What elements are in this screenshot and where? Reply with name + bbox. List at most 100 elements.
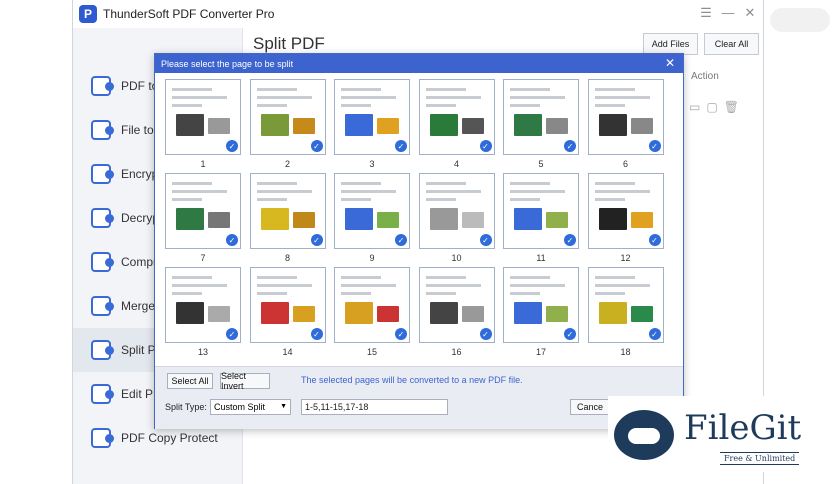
checkmark-icon[interactable]: ✓ bbox=[648, 140, 661, 152]
thumbnail-graphic bbox=[292, 118, 315, 134]
checkmark-icon[interactable]: ✓ bbox=[226, 234, 238, 246]
page-thumbnail-item[interactable]: ✓ 17 bbox=[503, 267, 579, 361]
checkmark-icon[interactable]: ✓ bbox=[479, 234, 492, 246]
watermark-tagline: Free & Unlimited bbox=[720, 452, 800, 465]
page-number: 8 bbox=[284, 253, 290, 263]
folder-icon[interactable]: ▢ bbox=[706, 100, 717, 114]
page-thumbnail-item[interactable]: ✓ 13 bbox=[165, 267, 241, 361]
thumbnail-text-line bbox=[341, 198, 371, 201]
page-thumbnail[interactable]: ✓ bbox=[503, 79, 579, 155]
checkmark-icon[interactable]: ✓ bbox=[310, 328, 323, 340]
page-thumbnail-item[interactable]: ✓ 4 bbox=[418, 79, 495, 173]
thumbnail-text-line bbox=[425, 182, 466, 185]
page-thumbnail-item[interactable]: ✓ 9 bbox=[334, 173, 410, 267]
info-text: The selected pages will be converted to … bbox=[301, 375, 523, 385]
page-thumbnail-item[interactable]: ✓ 12 bbox=[587, 173, 664, 267]
page-thumbnail-item[interactable]: ✓ 8 bbox=[249, 173, 326, 267]
page-thumbnail-item[interactable]: ✓ 15 bbox=[334, 267, 410, 361]
thumbnail-text-line bbox=[594, 276, 635, 279]
page-thumbnail-item[interactable]: ✓ 7 bbox=[165, 173, 241, 267]
page-thumbnail[interactable]: ✓ bbox=[418, 79, 495, 155]
split-type-select[interactable]: Custom Split ▼ bbox=[210, 399, 291, 415]
page-thumbnail[interactable]: ✓ bbox=[587, 267, 664, 343]
checkmark-icon[interactable]: ✓ bbox=[395, 328, 407, 340]
window-controls: ☰ — ✕ bbox=[699, 5, 757, 21]
checkmark-icon[interactable]: ✓ bbox=[479, 140, 492, 152]
page-thumbnail-item[interactable]: ✓ 18 bbox=[587, 267, 664, 361]
page-thumbnail[interactable]: ✓ bbox=[165, 79, 241, 155]
checkmark-icon[interactable]: ✓ bbox=[564, 140, 576, 152]
sidebar-item-label: PDF Copy Protect bbox=[121, 431, 218, 445]
page-number: 15 bbox=[366, 347, 377, 357]
thumbnail-text-line bbox=[341, 276, 381, 279]
checkmark-icon[interactable]: ✓ bbox=[310, 140, 323, 152]
page-thumbnail-item[interactable]: ✓ 3 bbox=[334, 79, 410, 173]
thumbnail-graphic bbox=[292, 306, 315, 322]
dialog-close-icon[interactable]: ✕ bbox=[665, 56, 675, 70]
close-icon[interactable]: ✕ bbox=[743, 5, 757, 21]
page-thumbnail[interactable]: ✓ bbox=[587, 79, 664, 155]
page-thumbnail[interactable]: ✓ bbox=[165, 173, 241, 249]
open-icon[interactable]: ▭ bbox=[689, 100, 700, 114]
menu-icon[interactable]: ☰ bbox=[699, 5, 713, 21]
page-thumbnail[interactable]: ✓ bbox=[418, 173, 495, 249]
checkmark-icon[interactable]: ✓ bbox=[226, 328, 238, 340]
checkmark-icon[interactable]: ✓ bbox=[479, 328, 492, 340]
page-thumbnail[interactable]: ✓ bbox=[334, 267, 410, 343]
page-thumbnail[interactable]: ✓ bbox=[587, 173, 664, 249]
page-thumbnail[interactable]: ✓ bbox=[503, 173, 579, 249]
checkmark-icon[interactable]: ✓ bbox=[648, 234, 661, 246]
checkmark-icon[interactable]: ✓ bbox=[395, 234, 407, 246]
page-thumbnail-item[interactable]: ✓ 14 bbox=[249, 267, 326, 361]
select-all-button[interactable]: Select All bbox=[167, 373, 213, 389]
thumbnail-graphic bbox=[598, 208, 627, 230]
page-thumbnail[interactable]: ✓ bbox=[249, 79, 326, 155]
checkmark-icon[interactable]: ✓ bbox=[564, 234, 576, 246]
thumbnail-text-line bbox=[172, 292, 202, 295]
page-range-input[interactable]: 1-5,11-15,17-18 bbox=[301, 399, 448, 415]
merge-icon bbox=[91, 296, 114, 316]
checkmark-icon[interactable]: ✓ bbox=[564, 328, 576, 340]
page-thumbnail[interactable]: ✓ bbox=[334, 173, 410, 249]
page-thumbnail-item[interactable]: ✓ 16 bbox=[418, 267, 495, 361]
thumbnail-graphic bbox=[514, 208, 542, 230]
page-thumbnail-item[interactable]: ✓ 10 bbox=[418, 173, 495, 267]
page-thumbnail-item[interactable]: ✓ 11 bbox=[503, 173, 579, 267]
page-thumbnail-item[interactable]: ✓ 1 bbox=[165, 79, 241, 173]
page-thumbnail-item[interactable]: ✓ 2 bbox=[249, 79, 326, 173]
minimize-icon[interactable]: — bbox=[721, 5, 735, 21]
thumbnail-text-line bbox=[510, 88, 550, 91]
thumbnail-text-line bbox=[341, 88, 381, 91]
filegit-watermark: FileGit Free & Unlimited bbox=[608, 396, 828, 472]
page-thumbnail[interactable]: ✓ bbox=[334, 79, 410, 155]
checkmark-icon[interactable]: ✓ bbox=[648, 328, 661, 340]
page-number: 17 bbox=[535, 347, 546, 357]
clear-all-button[interactable]: Clear All bbox=[704, 33, 759, 55]
page-thumbnail[interactable]: ✓ bbox=[249, 173, 326, 249]
thumbnail-graphic bbox=[461, 212, 484, 228]
select-invert-button[interactable]: Select Invert bbox=[220, 371, 270, 391]
checkmark-icon[interactable]: ✓ bbox=[395, 140, 407, 152]
cancel-button[interactable]: Cance bbox=[570, 399, 610, 415]
page-thumbnail-item[interactable]: ✓ 5 bbox=[503, 79, 579, 173]
thumbnail-text-line bbox=[594, 104, 625, 107]
thumbnail-text-line bbox=[594, 198, 625, 201]
trash-icon[interactable]: 🗑 bbox=[724, 100, 739, 114]
checkmark-icon[interactable]: ✓ bbox=[226, 140, 238, 152]
page-number: 14 bbox=[282, 347, 293, 357]
page-thumbnail[interactable]: ✓ bbox=[165, 267, 241, 343]
page-number: 5 bbox=[538, 159, 544, 169]
thumbnail-text-line bbox=[172, 182, 212, 185]
add-files-button[interactable]: Add Files bbox=[643, 33, 698, 55]
thumbnail-text-line bbox=[425, 104, 456, 107]
compress-icon bbox=[91, 252, 114, 272]
page-thumbnail-item[interactable]: ✓ 6 bbox=[587, 79, 664, 173]
checkmark-icon[interactable]: ✓ bbox=[310, 234, 323, 246]
page-thumbnail[interactable]: ✓ bbox=[249, 267, 326, 343]
thumbnail-text-line bbox=[256, 88, 297, 91]
action-column-header: Action bbox=[691, 71, 719, 82]
page-thumbnail[interactable]: ✓ bbox=[418, 267, 495, 343]
thumbnail-text-line bbox=[510, 190, 565, 193]
page-thumbnail[interactable]: ✓ bbox=[503, 267, 579, 343]
thumbnail-text-line bbox=[256, 292, 287, 295]
